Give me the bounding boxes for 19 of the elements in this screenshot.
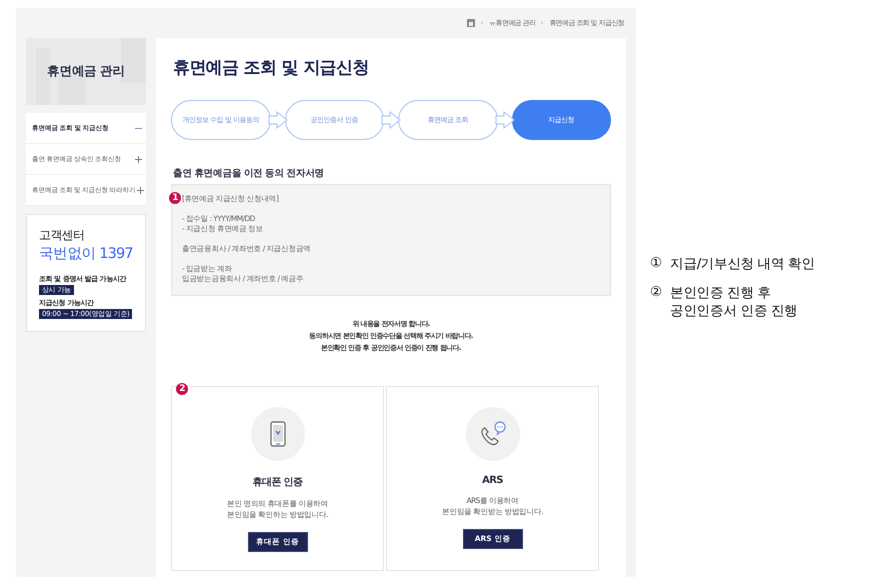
arrow-icon: [381, 111, 401, 129]
contact-title: 고객센터: [39, 227, 84, 244]
annotation-text: 지급/기부신청 내역 확인: [670, 255, 815, 273]
phone-number: 국번없이 1397: [39, 245, 133, 263]
smartphone-icon: [270, 421, 286, 447]
sidebar-title: 휴면예금 관리: [47, 63, 125, 80]
number-badge: 2: [176, 383, 188, 395]
annotation-number: ①: [650, 255, 662, 273]
annotation-number: ②: [650, 284, 662, 302]
method-title: 휴대폰 인증: [252, 476, 302, 489]
arrow-icon: [494, 111, 514, 129]
method-title: ARS: [482, 475, 503, 486]
page-title: 휴면예금 조회 및 지급신청: [173, 57, 370, 79]
annotation-text: 본인인증 진행 후 공인인증서 인증 진행: [670, 284, 798, 320]
section-title: 출연 휴면예금을 이전 등의 전자서명: [173, 167, 326, 180]
arrow-icon: [268, 111, 288, 129]
number-badge: 1: [169, 192, 181, 204]
phone-call-icon: [478, 421, 506, 447]
home-icon[interactable]: [467, 19, 476, 27]
